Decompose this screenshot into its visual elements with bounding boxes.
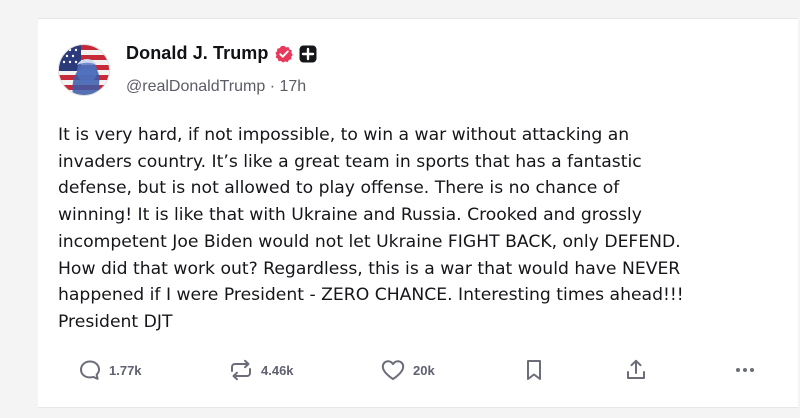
like-count: 20k: [413, 362, 435, 378]
post-actions-bar: 1.77k 4.46k 20k: [38, 355, 798, 385]
ellipsis-icon: [736, 368, 754, 372]
post-body-text: It is very hard, if not impossible, to w…: [58, 125, 684, 332]
author-header: Donald J. Trump: [126, 43, 317, 64]
reply-button[interactable]: 1.77k: [78, 355, 142, 385]
avatar[interactable]: [58, 44, 110, 96]
bookmark-icon: [527, 360, 541, 380]
retruth-count: 4.46k: [261, 362, 294, 378]
post-card: Donald J. Trump @realDonaldTrump · 17h I…: [38, 18, 798, 408]
reply-count: 1.77k: [109, 362, 142, 378]
reply-icon: [80, 360, 100, 380]
share-icon: [627, 359, 645, 379]
like-button[interactable]: 20k: [380, 355, 435, 385]
verified-badge-icon: [274, 45, 293, 63]
retruth-button[interactable]: 4.46k: [228, 355, 294, 385]
retruth-icon: [231, 359, 251, 381]
handle-and-timestamp[interactable]: @realDonaldTrump · 17h: [126, 78, 306, 96]
flag-portrait-avatar-icon: [59, 45, 109, 95]
display-name[interactable]: Donald J. Trump: [126, 43, 269, 64]
heart-icon: [381, 360, 405, 380]
truth-social-badge-icon: [299, 45, 317, 63]
share-button[interactable]: [625, 355, 647, 385]
bookmark-button[interactable]: [524, 355, 544, 385]
more-options-button[interactable]: [732, 355, 758, 385]
